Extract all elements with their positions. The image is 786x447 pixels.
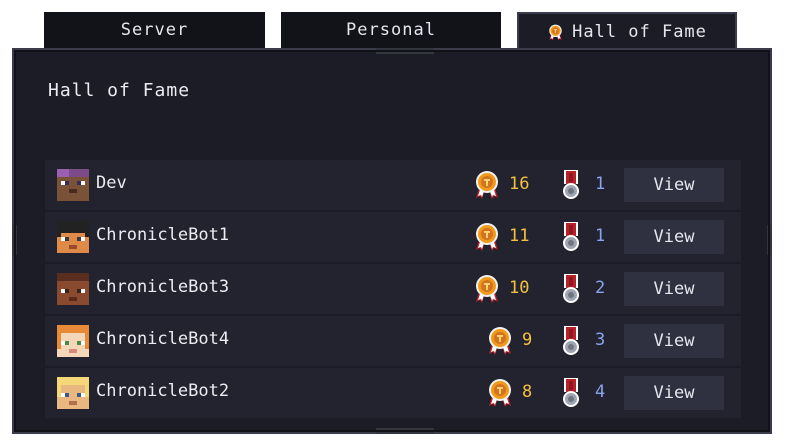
hall-of-fame-panel: Hall of Fame Dev 16 1 View ChronicleBot1… [12, 48, 772, 434]
player-list: Dev 16 1 View ChronicleBot1 11 1 View Ch… [45, 160, 741, 420]
gold-medal-icon [485, 326, 515, 356]
panel-bottom-notch [376, 428, 434, 434]
tab-hall-of-fame-label: Hall of Fame [572, 22, 707, 42]
player-name: Dev [96, 173, 127, 193]
gold-medal-count: 10 [509, 278, 530, 298]
list-item: ChronicleBot1 11 1 View [45, 212, 741, 262]
player-avatar [57, 325, 89, 357]
view-button[interactable]: View [624, 272, 724, 306]
silver-medal-icon [560, 326, 582, 356]
silver-medal-icon [560, 222, 582, 252]
silver-medal-count: 1 [595, 226, 606, 246]
view-button[interactable]: View [624, 168, 724, 202]
panel-left-handle [12, 225, 17, 255]
panel-top-notch [376, 48, 434, 54]
gold-medal-icon [472, 170, 502, 200]
gold-medal-icon [472, 274, 502, 304]
silver-medal-count: 3 [595, 330, 606, 350]
player-avatar [57, 273, 89, 305]
gold-medal-count: 8 [522, 382, 533, 402]
page-title: Hall of Fame [48, 80, 191, 101]
tab-server[interactable]: Server [44, 12, 265, 48]
gold-medal-icon [547, 24, 564, 41]
silver-medal-icon [560, 170, 582, 200]
silver-medal-count: 2 [595, 278, 606, 298]
tab-server-label: Server [120, 20, 189, 40]
panel-right-handle [767, 225, 772, 255]
player-avatar [57, 221, 89, 253]
tab-personal-label: Personal [346, 20, 436, 40]
view-button[interactable]: View [624, 376, 724, 410]
gold-medal-icon [485, 378, 515, 408]
player-avatar [57, 169, 89, 201]
player-avatar [57, 377, 89, 409]
view-button[interactable]: View [624, 324, 724, 358]
player-name: ChronicleBot2 [96, 381, 230, 401]
tab-bar: Server Personal Hall of Fame [0, 0, 786, 50]
gold-medal-count: 11 [509, 226, 530, 246]
silver-medal-count: 4 [595, 382, 606, 402]
gold-medal-icon [472, 222, 502, 252]
silver-medal-icon [560, 378, 582, 408]
tab-hall-of-fame[interactable]: Hall of Fame [517, 12, 737, 50]
list-item: ChronicleBot2 8 4 View [45, 368, 741, 418]
list-item: ChronicleBot4 9 3 View [45, 316, 741, 366]
tab-personal[interactable]: Personal [281, 12, 501, 48]
list-item: Dev 16 1 View [45, 160, 741, 210]
player-name: ChronicleBot1 [96, 225, 230, 245]
gold-medal-count: 9 [522, 330, 533, 350]
view-button[interactable]: View [624, 220, 724, 254]
player-name: ChronicleBot4 [96, 329, 230, 349]
gold-medal-count: 16 [509, 174, 530, 194]
player-name: ChronicleBot3 [96, 277, 230, 297]
list-item: ChronicleBot3 10 2 View [45, 264, 741, 314]
silver-medal-count: 1 [595, 174, 606, 194]
silver-medal-icon [560, 274, 582, 304]
